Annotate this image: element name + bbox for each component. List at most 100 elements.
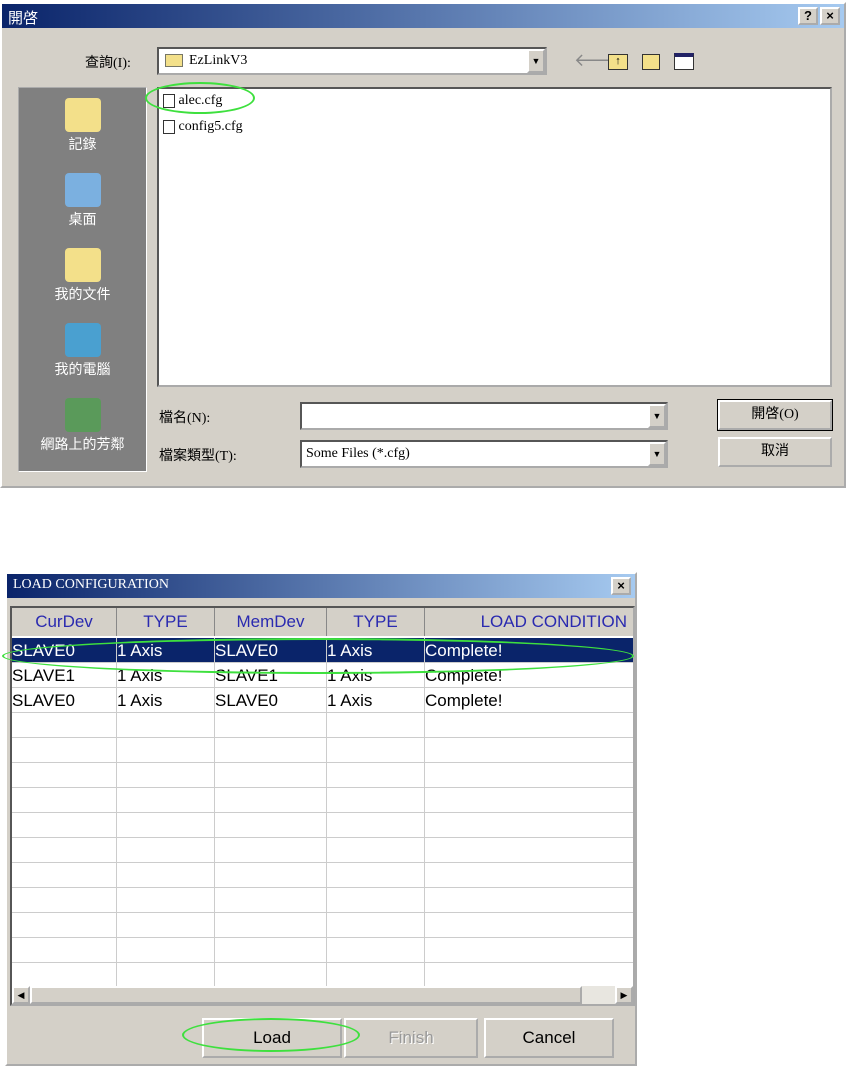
table-cell xyxy=(425,913,633,938)
scroll-right-button[interactable]: ▶ xyxy=(615,986,633,1004)
open-file-dialog: 開啓 ? × 查詢(I): EzLinkV3 ▼ 🡐 ↑ 記錄 桌面 我的文件 … xyxy=(0,2,846,488)
table-cell xyxy=(327,763,425,788)
help-button[interactable]: ? xyxy=(798,7,818,25)
my-documents-icon xyxy=(64,248,101,282)
places-bar: 記錄 桌面 我的文件 我的電腦 網路上的芳鄰 xyxy=(18,87,147,472)
table-cell xyxy=(327,713,425,738)
table-cell xyxy=(12,813,117,838)
scroll-thumb[interactable] xyxy=(30,986,582,1004)
horizontal-scrollbar[interactable]: ◀ ▶ xyxy=(12,986,633,1004)
file-name: config5.cfg xyxy=(178,119,243,134)
close-button[interactable]: × xyxy=(820,7,840,25)
view-menu-icon[interactable] xyxy=(674,53,694,70)
load-dialog-titlebar: LOAD CONFIGURATION × xyxy=(7,574,635,598)
empty-row xyxy=(12,738,633,763)
highlight-ellipse xyxy=(182,1018,360,1052)
empty-row xyxy=(12,713,633,738)
table-cell xyxy=(215,713,327,738)
table-cell xyxy=(12,738,117,763)
table-cell xyxy=(215,888,327,913)
place-label: 桌面 xyxy=(68,213,97,228)
table-cell xyxy=(117,788,215,813)
table-cell xyxy=(12,838,117,863)
place-my-documents[interactable]: 我的文件 xyxy=(19,248,146,304)
place-label: 記錄 xyxy=(68,138,97,153)
place-history[interactable]: 記錄 xyxy=(19,98,146,154)
table-cell xyxy=(117,913,215,938)
open-dialog-titlebar: 開啓 ? × xyxy=(2,4,844,28)
table-cell xyxy=(215,838,327,863)
table-cell xyxy=(425,963,633,988)
place-desktop[interactable]: 桌面 xyxy=(19,173,146,229)
desktop-icon xyxy=(64,173,101,207)
table-cell xyxy=(425,838,633,863)
table-cell xyxy=(215,938,327,963)
cancel-button[interactable]: Cancel xyxy=(484,1018,614,1058)
chevron-down-icon[interactable]: ▼ xyxy=(648,404,666,428)
empty-row xyxy=(12,838,633,863)
table-cell xyxy=(12,963,117,988)
table-cell xyxy=(12,888,117,913)
table-cell xyxy=(425,713,633,738)
column-header[interactable]: TYPE xyxy=(117,608,215,636)
new-folder-icon[interactable] xyxy=(642,54,660,70)
table-cell xyxy=(425,738,633,763)
finish-button[interactable]: Finish xyxy=(344,1018,478,1058)
column-header[interactable]: TYPE xyxy=(327,608,425,636)
table-cell xyxy=(12,938,117,963)
up-folder-icon[interactable]: ↑ xyxy=(608,54,628,70)
column-header[interactable]: MemDev xyxy=(215,608,327,636)
table-cell xyxy=(117,763,215,788)
cfg-file-icon xyxy=(163,119,175,134)
table-cell xyxy=(12,788,117,813)
empty-row xyxy=(12,863,633,888)
table-cell xyxy=(425,863,633,888)
table-cell xyxy=(327,913,425,938)
table-cell: Complete! xyxy=(425,688,633,713)
table-cell xyxy=(215,738,327,763)
table-row[interactable]: SLAVE0 1 Axis SLAVE0 1 Axis Complete! xyxy=(12,688,633,713)
table-cell xyxy=(215,963,327,988)
table-cell xyxy=(327,888,425,913)
empty-row xyxy=(12,788,633,813)
place-label: 網路上的芳鄰 xyxy=(40,438,125,453)
cancel-button[interactable]: 取消 xyxy=(718,437,832,467)
close-button[interactable]: × xyxy=(611,577,631,595)
chevron-down-icon[interactable]: ▼ xyxy=(527,49,545,73)
table-cell xyxy=(117,963,215,988)
place-network[interactable]: 網路上的芳鄰 xyxy=(19,398,146,454)
place-label: 我的電腦 xyxy=(54,363,111,378)
column-header[interactable]: LOAD CONDITION xyxy=(425,608,633,636)
table-cell xyxy=(327,938,425,963)
empty-row xyxy=(12,888,633,913)
table-cell: SLAVE0 xyxy=(12,688,117,713)
file-list[interactable]: alec.cfg config5.cfg xyxy=(157,87,832,387)
table-cell xyxy=(117,813,215,838)
table-cell xyxy=(327,738,425,763)
table-cell xyxy=(117,713,215,738)
network-icon xyxy=(64,398,101,432)
filename-input[interactable]: ▼ xyxy=(300,402,668,430)
filetype-label: 檔案類型(T): xyxy=(159,449,237,464)
open-dialog-title: 開啓 xyxy=(8,11,39,27)
filetype-combo[interactable]: Some Files (*.cfg) ▼ xyxy=(300,440,668,468)
empty-row xyxy=(12,763,633,788)
file-item[interactable]: config5.cfg xyxy=(163,119,243,135)
table-cell xyxy=(425,813,633,838)
place-my-computer[interactable]: 我的電腦 xyxy=(19,323,146,379)
scroll-left-button[interactable]: ◀ xyxy=(12,986,30,1004)
table-cell: 1 Axis xyxy=(117,688,215,713)
open-button[interactable]: 開啓(O) xyxy=(717,399,833,431)
empty-row xyxy=(12,938,633,963)
table-cell xyxy=(425,938,633,963)
table-cell xyxy=(215,788,327,813)
table-cell xyxy=(117,888,215,913)
column-header[interactable]: CurDev xyxy=(12,608,117,636)
look-in-combo[interactable]: EzLinkV3 ▼ xyxy=(157,47,547,75)
my-computer-icon xyxy=(64,323,101,357)
table-cell xyxy=(117,838,215,863)
highlight-ellipse xyxy=(145,82,255,114)
table-cell xyxy=(12,913,117,938)
chevron-down-icon[interactable]: ▼ xyxy=(648,442,666,466)
table-cell xyxy=(327,963,425,988)
